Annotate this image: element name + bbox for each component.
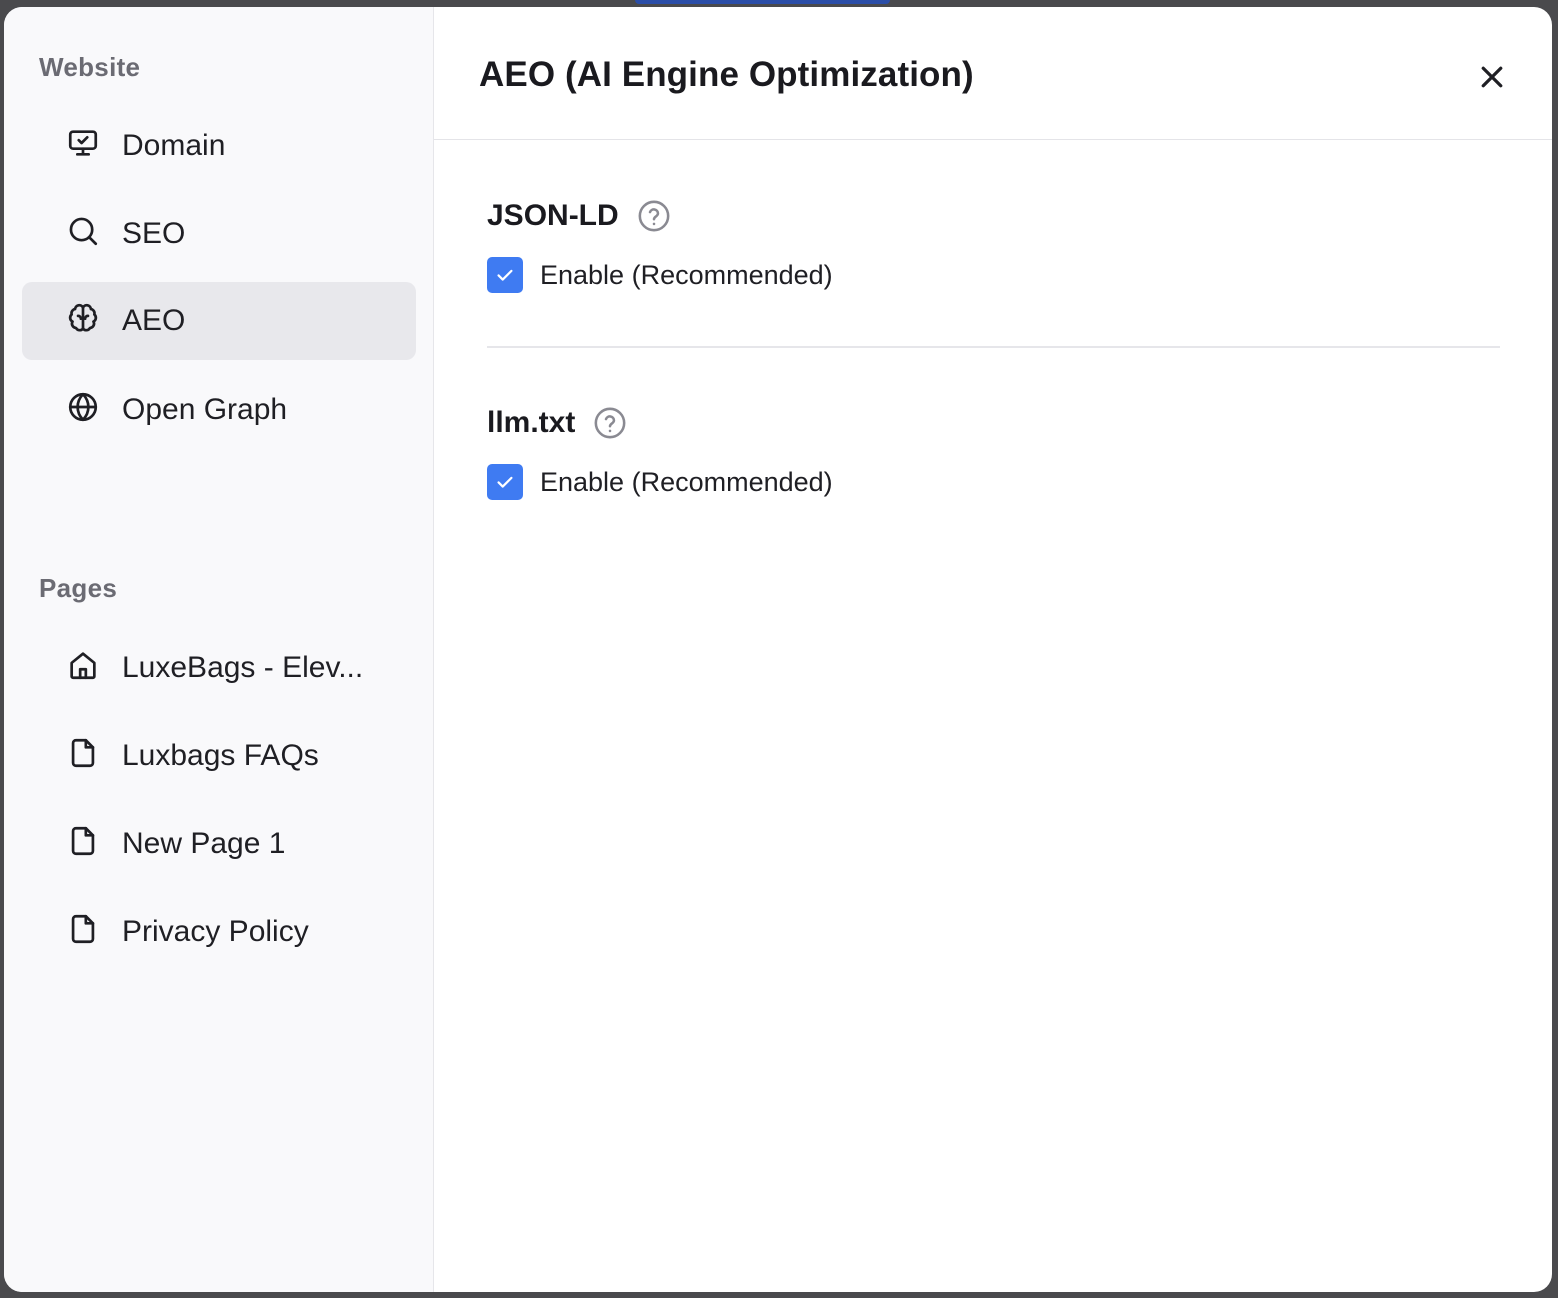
sidebar-item-open-graph[interactable]: Open Graph	[22, 371, 416, 449]
check-icon	[497, 476, 513, 488]
home-icon	[66, 648, 100, 682]
checkbox-row-llm-txt[interactable]: Enable (Recommended)	[487, 464, 833, 500]
file-icon	[66, 824, 100, 858]
panel-header: AEO (AI Engine Optimization)	[434, 7, 1552, 140]
sidebar-item-label: New Page 1	[122, 827, 286, 860]
setting-title-llm-txt: llm.txt	[487, 406, 576, 439]
llm-txt-enable-checkbox[interactable]	[487, 464, 523, 500]
sidebar-item-page-new-page-1[interactable]: New Page 1	[22, 805, 416, 883]
search-icon	[66, 214, 100, 248]
sidebar-item-page-privacy-policy[interactable]: Privacy Policy	[22, 893, 416, 971]
checkbox-label: Enable (Recommended)	[540, 259, 833, 290]
sidebar-item-page-faqs[interactable]: Luxbags FAQs	[22, 717, 416, 795]
sidebar-item-domain[interactable]: Domain	[22, 107, 416, 185]
checkbox-label: Enable (Recommended)	[540, 466, 833, 497]
file-icon	[66, 736, 100, 770]
sidebar-item-label: Open Graph	[122, 393, 288, 426]
close-button[interactable]	[1472, 57, 1512, 97]
sidebar-item-label: Luxbags FAQs	[122, 739, 319, 772]
sidebar-item-label: Privacy Policy	[122, 915, 309, 948]
sidebar-item-label: Domain	[122, 129, 226, 162]
sidebar-item-label: LuxeBags - Elev...	[122, 651, 364, 684]
sidebar: Website Domain SEO AEO Open Graph Pages …	[4, 7, 434, 1292]
setting-title-json-ld: JSON-LD	[487, 199, 619, 232]
sidebar-item-label: SEO	[122, 217, 186, 250]
section-title-website: Website	[39, 52, 141, 82]
content-panel: AEO (AI Engine Optimization) JSON-LD Ena…	[434, 7, 1552, 1292]
page-title: AEO (AI Engine Optimization)	[479, 55, 974, 94]
help-circle-icon[interactable]	[593, 406, 627, 440]
sidebar-item-seo[interactable]: SEO	[22, 195, 416, 273]
json-ld-enable-checkbox[interactable]	[487, 257, 523, 293]
close-icon	[1481, 66, 1503, 88]
monitor-check-icon	[66, 126, 100, 160]
setting-header: llm.txt	[487, 406, 833, 440]
sidebar-item-aeo[interactable]: AEO	[22, 282, 416, 360]
check-icon	[497, 269, 513, 281]
checkbox-row-json-ld[interactable]: Enable (Recommended)	[487, 257, 833, 293]
settings-modal: Website Domain SEO AEO Open Graph Pages …	[4, 7, 1552, 1292]
file-icon	[66, 912, 100, 946]
sidebar-item-page-luxebags[interactable]: LuxeBags - Elev...	[22, 629, 416, 707]
help-circle-icon[interactable]	[637, 199, 671, 233]
globe-icon	[66, 390, 100, 424]
brain-icon	[66, 301, 100, 335]
backdrop-accent	[635, 0, 890, 4]
setting-llm-txt: llm.txt Enable (Recommended)	[487, 406, 833, 500]
setting-json-ld: JSON-LD Enable (Recommended)	[487, 199, 833, 293]
sidebar-item-label: AEO	[122, 304, 186, 337]
section-title-pages: Pages	[39, 573, 118, 603]
section-divider	[487, 346, 1500, 348]
setting-header: JSON-LD	[487, 199, 833, 233]
